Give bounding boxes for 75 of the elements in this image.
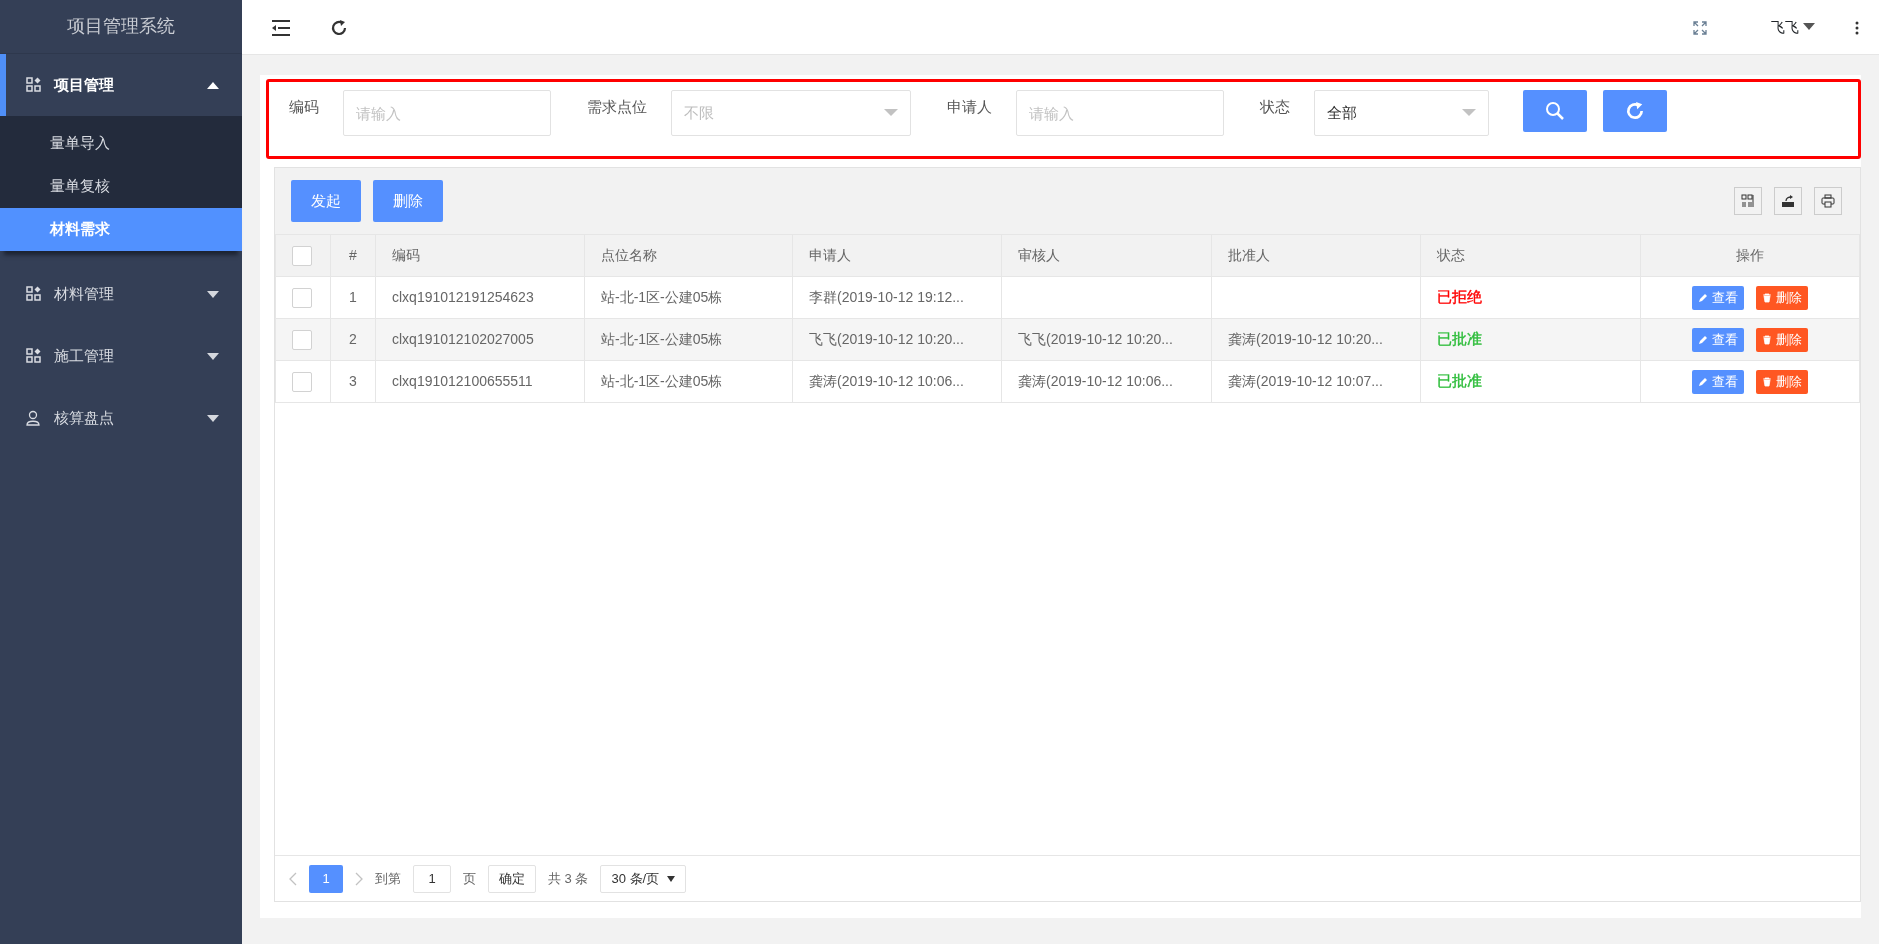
row-checkbox[interactable] [292, 330, 312, 351]
input-field[interactable]: 请输入 [343, 90, 551, 136]
select-all-checkbox[interactable] [292, 246, 312, 267]
table-cell: 龚涛(2019-10-12 10:06... [792, 360, 1002, 403]
row-checkbox[interactable] [292, 288, 312, 309]
search-button[interactable] [1523, 90, 1587, 132]
search-icon [1545, 101, 1565, 121]
reset-button[interactable] [1603, 90, 1667, 132]
caret-down-icon [1803, 23, 1815, 31]
table-cell: 龚涛(2019-10-12 10:20... [1211, 318, 1421, 361]
status-text: 已批准 [1437, 330, 1482, 348]
page-unit-label: 页 [463, 869, 476, 888]
column-header: 操作 [1640, 234, 1860, 277]
status-text: 已批准 [1437, 372, 1482, 390]
caret-down-icon [884, 109, 898, 117]
caret-down-icon [206, 289, 220, 299]
filter-label: 状态 [1260, 97, 1290, 117]
filter-label: 编码 [289, 97, 319, 117]
confirm-button[interactable]: 确定 [488, 864, 536, 893]
caret-down-icon [667, 875, 676, 882]
table-cell: 李群(2019-10-12 19:12... [792, 276, 1002, 319]
table-cell: 站-北-1区-公建05栋 [584, 318, 793, 361]
column-header: 申请人 [792, 234, 1002, 277]
column-header: 审核人 [1001, 234, 1212, 277]
column-header: 点位名称 [584, 234, 793, 277]
user-menu[interactable]: 飞飞 [1771, 16, 1815, 38]
column-header: 编码 [375, 234, 585, 277]
status-text: 已拒绝 [1437, 288, 1482, 306]
table-cell: clxq191012102027005 [375, 318, 585, 361]
caret-up-icon [206, 80, 220, 90]
table-cell: 飞飞(2019-10-12 10:20... [1001, 318, 1212, 361]
menu-item[interactable]: 核算盘点 [0, 387, 242, 449]
menu-item[interactable]: 施工管理 [0, 325, 242, 387]
column-header: # [330, 234, 376, 277]
export-icon[interactable] [1774, 187, 1802, 215]
select-field[interactable]: 全部 [1314, 90, 1489, 136]
grid-icon [26, 348, 42, 364]
column-header: 批准人 [1211, 234, 1421, 277]
grid-icon [26, 286, 42, 302]
input-field[interactable]: 请输入 [1016, 90, 1224, 136]
trash-icon [1762, 334, 1772, 345]
caret-down-icon [1462, 109, 1476, 117]
columns-icon[interactable] [1734, 187, 1762, 215]
table-cell: 站-北-1区-公建05栋 [584, 276, 793, 319]
table-cell: 飞飞(2019-10-12 10:20... [792, 318, 1002, 361]
table-cell: clxq191012191254623 [375, 276, 585, 319]
grid-icon [26, 77, 42, 93]
pencil-icon [1698, 292, 1708, 303]
submenu-item[interactable]: 量单复核 [0, 165, 242, 208]
table-cell: 3 [330, 360, 376, 403]
pencil-icon [1698, 376, 1708, 387]
table-cell: 龚涛(2019-10-12 10:06... [1001, 360, 1212, 403]
menu-item[interactable]: 材料管理 [0, 263, 242, 325]
table-cell: 龚涛(2019-10-12 10:07... [1211, 360, 1421, 403]
column-header: 状态 [1420, 234, 1641, 277]
submenu-item[interactable]: 量单导入 [0, 122, 242, 165]
table-cell: 1 [330, 276, 376, 319]
pencil-icon [1698, 334, 1708, 345]
print-icon[interactable] [1814, 187, 1842, 215]
total-count: 共 3 条 [548, 869, 589, 888]
filter-label: 需求点位 [587, 97, 647, 117]
trash-icon [1762, 376, 1772, 387]
user-icon [26, 410, 42, 426]
goto-label: 到第 [375, 869, 401, 888]
table-cell: clxq191012100655511 [375, 360, 585, 403]
row-checkbox[interactable] [292, 372, 312, 393]
page-input[interactable]: 1 [413, 864, 451, 893]
caret-down-icon [206, 351, 220, 361]
table-cell: 站-北-1区-公建05栋 [584, 360, 793, 403]
trash-icon [1762, 292, 1772, 303]
refresh-icon [1625, 101, 1645, 121]
table-cell: 2 [330, 318, 376, 361]
page-size-select[interactable]: 30 条/页 [600, 864, 687, 893]
filter-label: 申请人 [947, 97, 992, 117]
caret-down-icon [206, 413, 220, 423]
